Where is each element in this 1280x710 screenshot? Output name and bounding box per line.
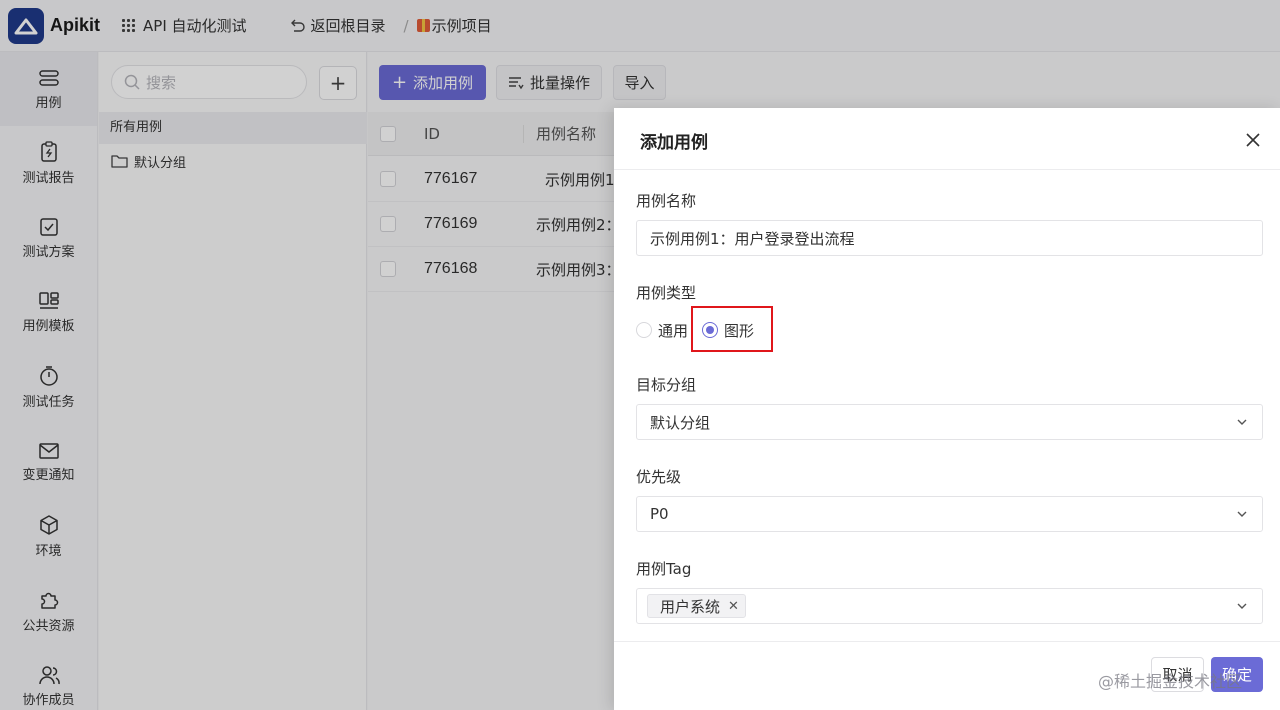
close-icon[interactable] xyxy=(1243,130,1263,150)
priority-select[interactable]: P0 xyxy=(636,496,1263,532)
radio-label: 通用 xyxy=(658,321,689,340)
case-type-label: 用例类型 xyxy=(636,284,697,302)
drawer-title: 添加用例 xyxy=(640,133,708,153)
highlight-box xyxy=(691,306,773,352)
case-name-label: 用例名称 xyxy=(636,192,697,210)
target-group-select[interactable]: 默认分组 xyxy=(636,404,1263,440)
chevron-down-icon xyxy=(1237,603,1247,609)
drawer-footer-divider xyxy=(614,641,1280,642)
case-name-value: 示例用例1：用户登录登出流程 xyxy=(650,229,855,248)
chevron-down-icon xyxy=(1237,511,1247,517)
chevron-down-icon xyxy=(1237,419,1247,425)
target-group-value: 默认分组 xyxy=(650,413,711,432)
target-group-label: 目标分组 xyxy=(636,376,697,394)
add-case-drawer: 添加用例 用例名称 示例用例1：用户登录登出流程 用例类型 通用 图形 目标分组… xyxy=(614,108,1280,710)
tag-label: 用户系统 xyxy=(660,597,721,616)
radio-option-general[interactable]: 通用 xyxy=(636,320,688,341)
case-tag-select[interactable]: 用户系统 ✕ xyxy=(636,588,1263,624)
watermark: @稀土掘金技术社区 xyxy=(1098,672,1243,691)
case-name-input[interactable]: 示例用例1：用户登录登出流程 xyxy=(636,220,1263,256)
priority-value: P0 xyxy=(650,505,669,523)
priority-label: 优先级 xyxy=(636,468,682,486)
radio-button[interactable] xyxy=(636,322,652,338)
case-tag-label: 用例Tag xyxy=(636,560,692,578)
remove-tag-icon[interactable]: ✕ xyxy=(728,599,739,614)
drawer-header: 添加用例 xyxy=(614,108,1280,170)
tag-chip: 用户系统 ✕ xyxy=(647,594,746,618)
